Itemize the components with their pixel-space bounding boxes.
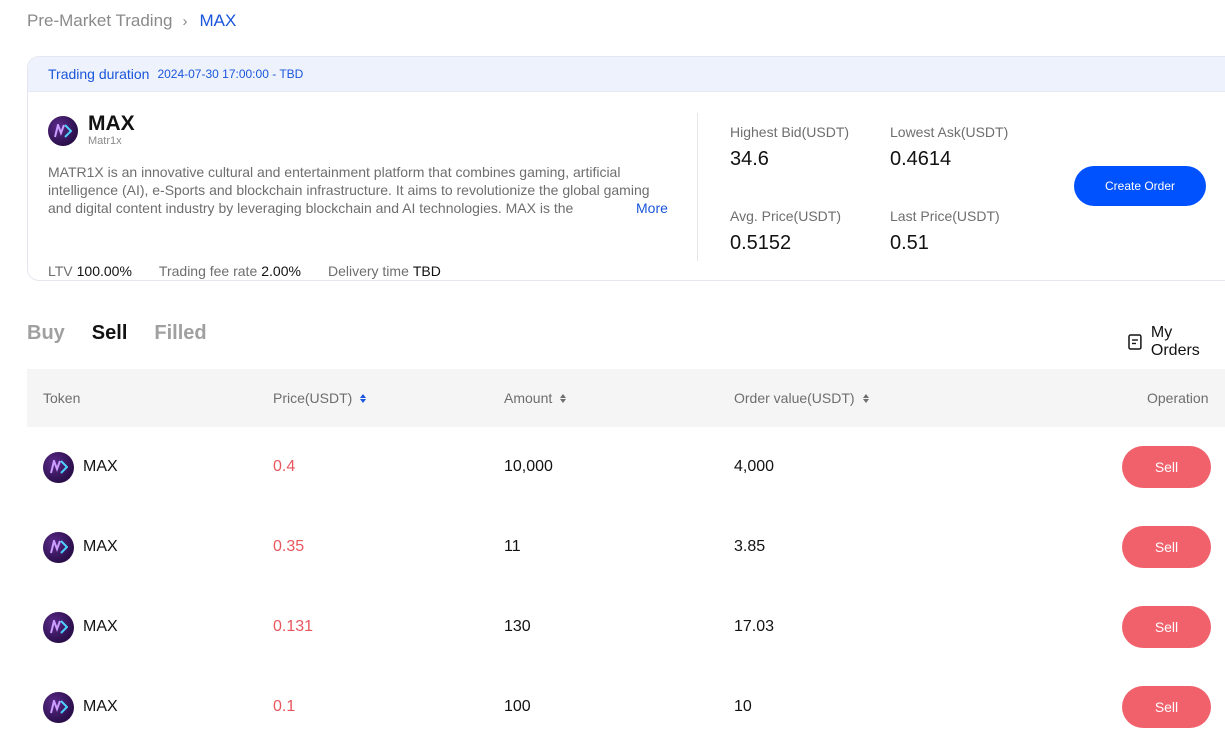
stat-highest-bid: Highest Bid(USDT) 34.6 [730, 123, 849, 171]
header-token-label: Token [43, 390, 81, 406]
table-row: MAX 0.131 130 17.03 Sell [27, 587, 1225, 667]
token-info-card: Trading duration 2024-07-30 17:00:00 - T… [27, 56, 1225, 281]
document-icon [1128, 334, 1142, 350]
matr1x-logo-icon [43, 611, 74, 643]
chevron-right-icon: › [182, 12, 188, 30]
matr1x-logo-icon [43, 531, 74, 563]
token-metrics: LTV 100.00% Trading fee rate 2.00% Deliv… [48, 263, 468, 280]
token-details: MAX Matr1x MATR1X is an innovative cultu… [48, 113, 678, 279]
metric-delivery-time: Delivery time TBD [328, 263, 441, 280]
metric-trading-fee-value: 2.00% [261, 263, 301, 279]
metric-ltv-value: 100.00% [76, 263, 132, 279]
row-price: 0.4 [273, 458, 296, 475]
header-operation: Operation [1147, 390, 1208, 406]
metric-trading-fee-label[interactable]: Trading fee rate [159, 263, 257, 280]
row-order-value: 3.85 [734, 538, 766, 555]
token-description: MATR1X is an innovative cultural and ent… [48, 164, 650, 216]
stat-last-price-value: 0.51 [890, 232, 929, 254]
header-amount-label: Amount [504, 390, 553, 406]
more-link[interactable]: More [632, 199, 668, 217]
my-orders-link[interactable]: My Orders [1128, 324, 1225, 360]
row-token: MAX [43, 587, 118, 667]
row-token: MAX [43, 667, 118, 747]
sort-amount-icon[interactable] [560, 393, 567, 403]
table-row: MAX 0.35 11 3.85 Sell [27, 507, 1225, 587]
row-amount: 10,000 [504, 458, 553, 475]
breadcrumb-pre-market-trading[interactable]: Pre-Market Trading [27, 11, 173, 31]
metric-ltv: LTV 100.00% [48, 263, 132, 280]
token-name: Matr1x [88, 135, 122, 147]
row-token: MAX [43, 427, 118, 507]
stat-avg-price: Avg. Price(USDT) 0.5152 [730, 207, 841, 255]
table-row: MAX 0.1 100 10 Sell [27, 667, 1225, 747]
header-operation-label: Operation [1147, 390, 1209, 406]
tab-buy[interactable]: Buy [27, 322, 65, 345]
row-token-symbol: MAX [83, 538, 118, 555]
sell-button[interactable]: Sell [1122, 606, 1211, 648]
table-row: MAX 0.4 10,000 4,000 Sell [27, 427, 1225, 507]
sort-price-icon[interactable] [360, 393, 367, 403]
sell-button[interactable]: Sell [1122, 686, 1211, 728]
breadcrumb: Pre-Market Trading › MAX [27, 10, 236, 32]
metric-trading-fee: Trading fee rate 2.00% [159, 263, 301, 280]
header-order-value-label: Order value(USDT) [734, 390, 855, 406]
sort-order-value-icon[interactable] [862, 393, 869, 403]
metric-delivery-time-label[interactable]: Delivery time [328, 263, 409, 280]
sell-button[interactable]: Sell [1122, 446, 1211, 488]
row-token-symbol: MAX [83, 698, 118, 715]
row-amount: 11 [504, 538, 521, 555]
row-order-value: 17.03 [734, 618, 775, 635]
stat-lowest-ask-value: 0.4614 [890, 148, 952, 170]
my-orders-label: My Orders [1150, 324, 1200, 359]
header-token: Token [43, 390, 80, 406]
header-amount: Amount [504, 390, 567, 406]
matr1x-logo-icon [43, 451, 74, 483]
row-order-value: 4,000 [734, 458, 775, 475]
stat-avg-price-value: 0.5152 [730, 232, 792, 254]
header-price: Price(USDT) [273, 390, 367, 406]
stat-avg-price-label: Avg. Price(USDT) [730, 208, 841, 224]
header-price-label: Price(USDT) [273, 390, 353, 406]
stat-lowest-ask: Lowest Ask(USDT) 0.4614 [890, 123, 1008, 171]
row-price: 0.1 [273, 698, 296, 715]
table-header: Token Price(USDT) Amount Order value(USD… [27, 369, 1225, 427]
row-amount: 130 [504, 618, 531, 635]
row-token-symbol: MAX [83, 458, 118, 475]
token-symbol: MAX [88, 112, 135, 135]
header-order-value: Order value(USDT) [734, 390, 869, 406]
sell-button[interactable]: Sell [1122, 526, 1211, 568]
row-order-value: 10 [734, 698, 752, 715]
trading-duration-value: 2024-07-30 17:00:00 - TBD [157, 67, 304, 81]
row-price: 0.131 [273, 618, 314, 635]
matr1x-logo-icon [43, 691, 74, 723]
stat-last-price: Last Price(USDT) 0.51 [890, 207, 1000, 255]
row-price: 0.35 [273, 538, 305, 555]
trading-duration-bar: Trading duration 2024-07-30 17:00:00 - T… [28, 57, 1225, 92]
create-order-button[interactable]: Create Order [1074, 166, 1206, 206]
orders-table: Token Price(USDT) Amount Order value(USD… [27, 369, 1225, 747]
order-tabs: Buy Sell Filled [27, 322, 234, 345]
trading-duration-label: Trading duration [48, 66, 150, 82]
matr1x-logo-icon [48, 115, 78, 146]
stat-highest-bid-label: Highest Bid(USDT) [730, 124, 850, 140]
card-divider [697, 113, 698, 261]
stat-highest-bid-value: 34.6 [730, 148, 769, 170]
breadcrumb-current: MAX [199, 11, 237, 30]
token-header: MAX Matr1x [48, 113, 678, 148]
metric-ltv-label[interactable]: LTV [48, 263, 73, 280]
stat-lowest-ask-label: Lowest Ask(USDT) [890, 124, 1009, 140]
row-token: MAX [43, 507, 118, 587]
tab-sell[interactable]: Sell [92, 322, 128, 345]
metric-delivery-time-value: TBD [412, 263, 441, 279]
row-amount: 100 [504, 698, 531, 715]
stat-last-price-label: Last Price(USDT) [890, 208, 1000, 224]
row-token-symbol: MAX [83, 618, 118, 635]
tab-filled[interactable]: Filled [154, 322, 206, 345]
